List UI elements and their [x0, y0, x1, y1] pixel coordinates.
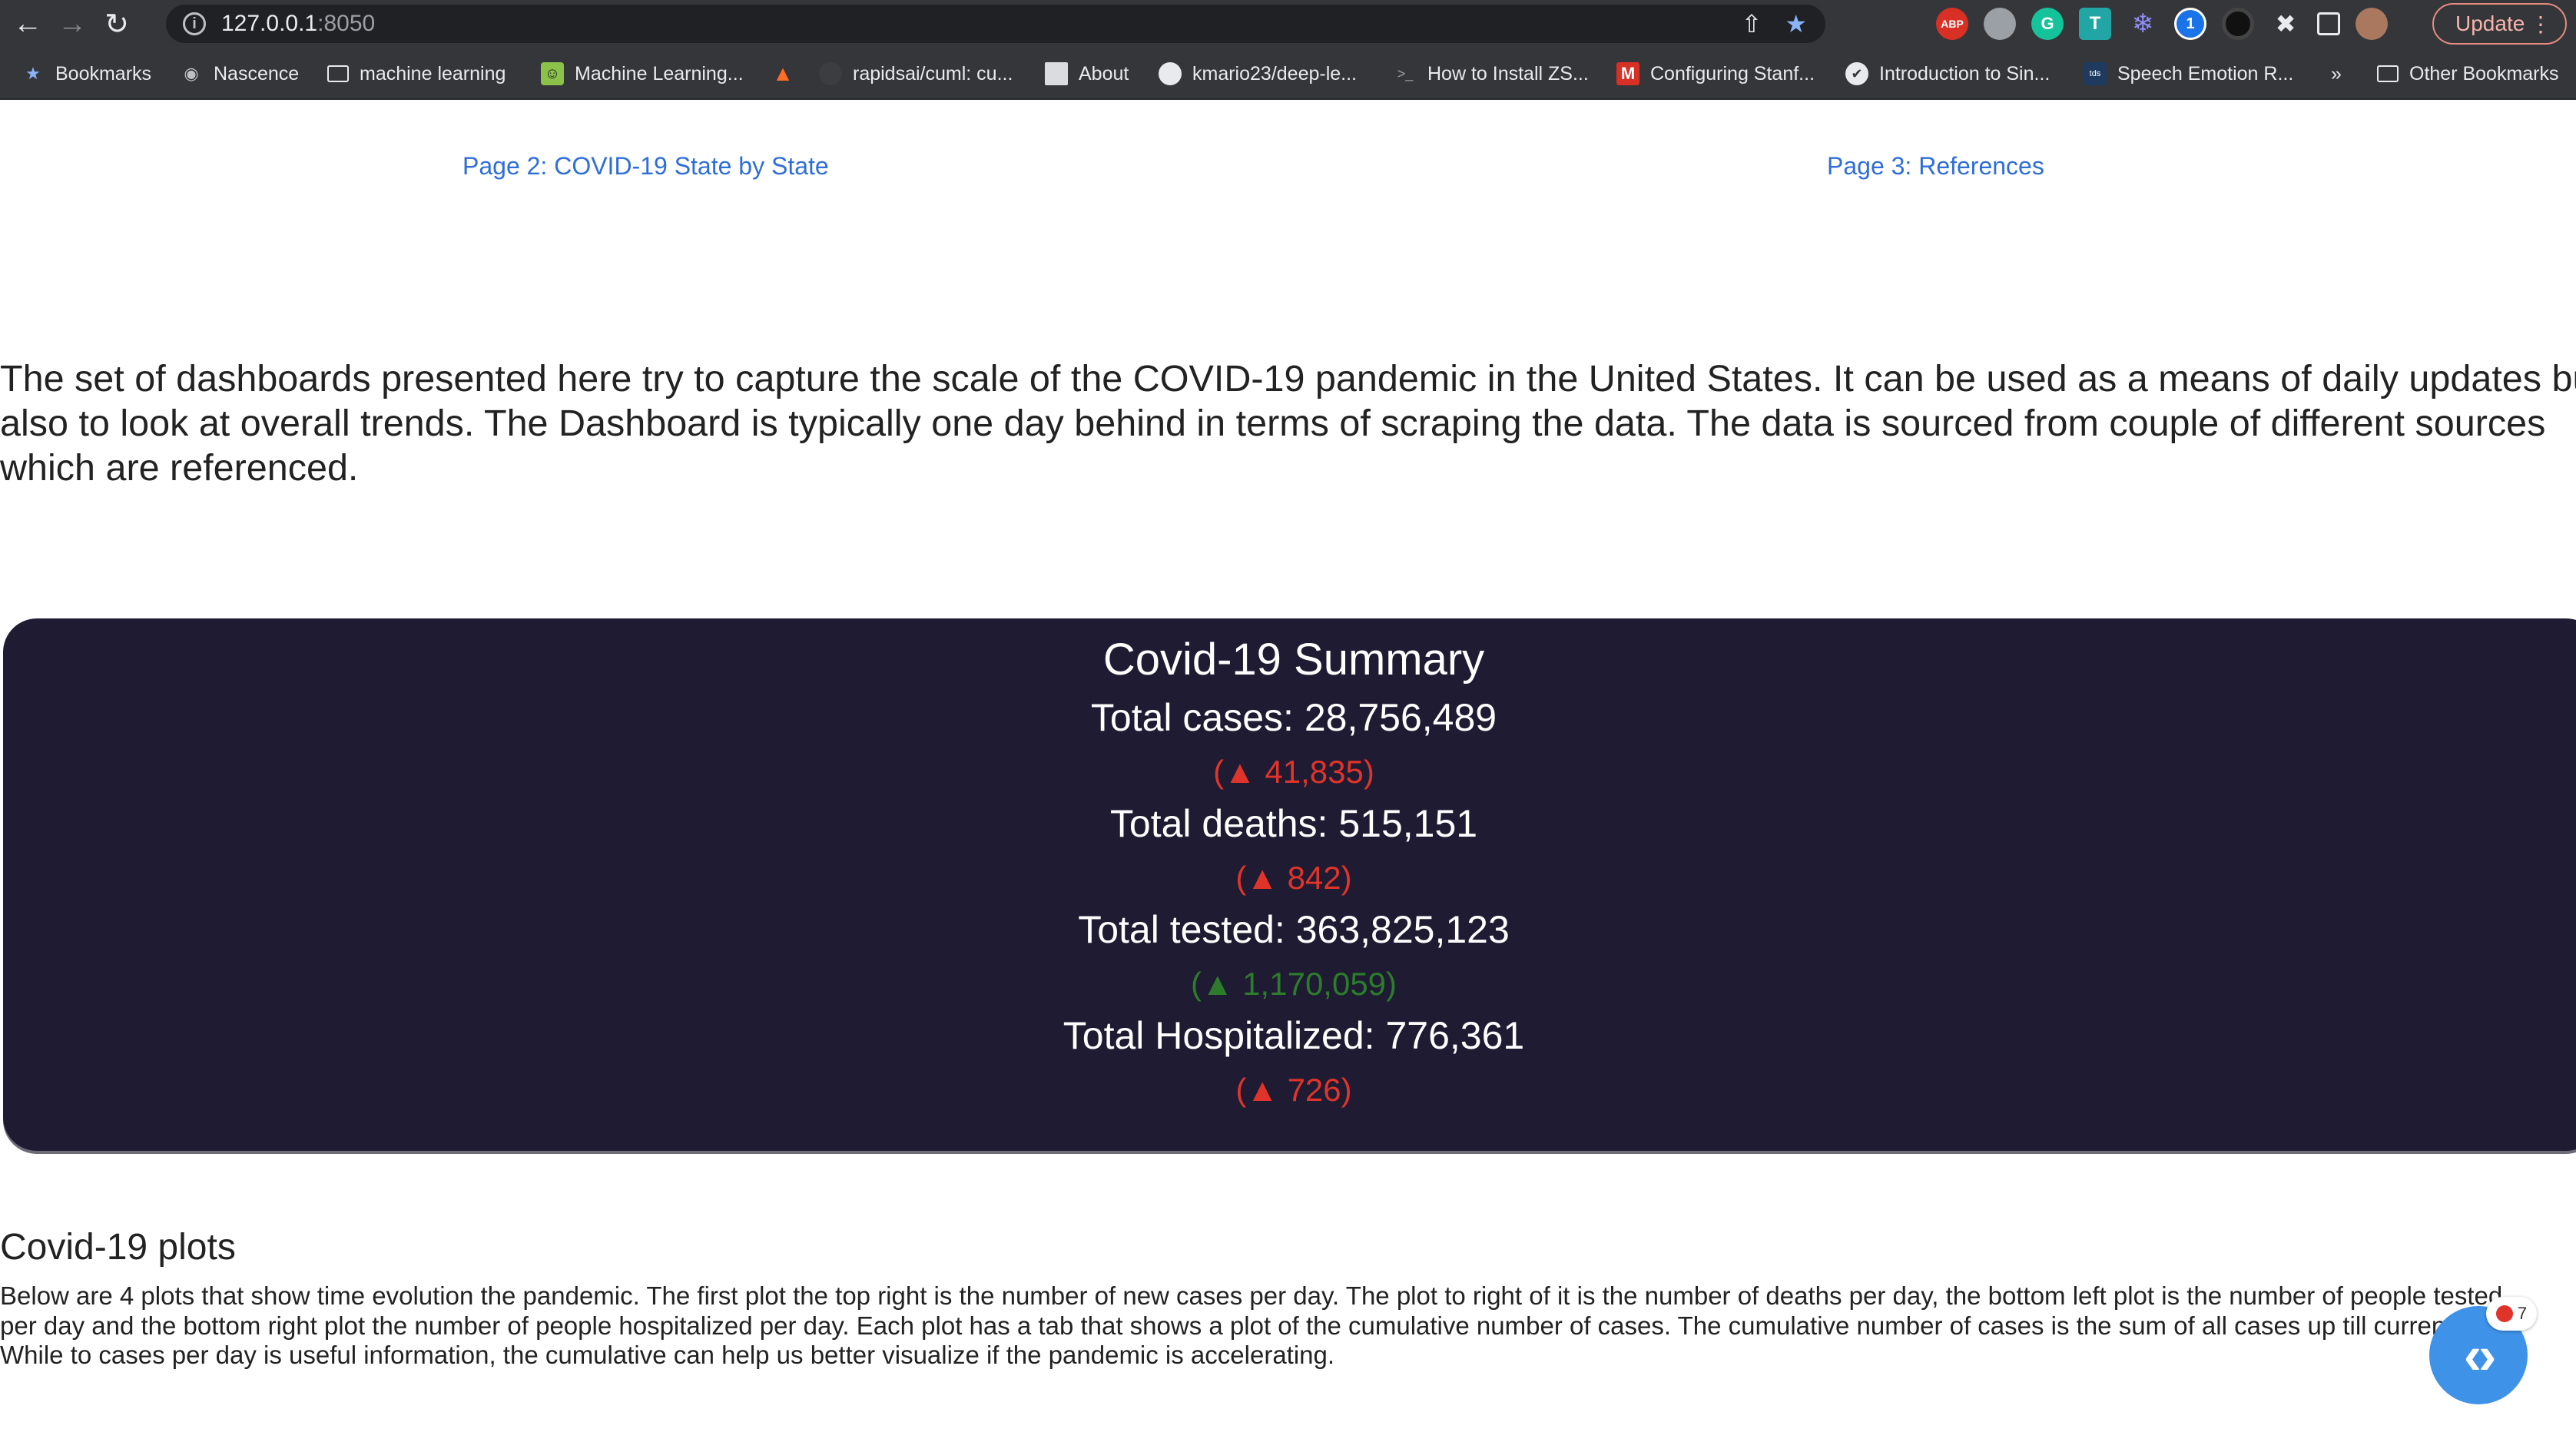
- site-info-icon[interactable]: i: [183, 12, 206, 35]
- plots-paragraph: Below are 4 plots that show time evoluti…: [0, 1281, 2576, 1371]
- star-icon: ★: [25, 64, 41, 83]
- snowflake-icon[interactable]: ❄: [2127, 8, 2159, 40]
- grammarly-icon[interactable]: G: [2031, 8, 2064, 40]
- code-icon: ‹›: [2463, 1325, 2497, 1385]
- bookmark-item[interactable]: About: [1045, 48, 1129, 100]
- circle-extension-icon[interactable]: [2222, 8, 2254, 40]
- bookmarks-bar: ★ Bookmarks ◉ Nascence machine learning ☺ M…: [0, 48, 2576, 100]
- bookmark-item[interactable]: kmario23/deep-le...: [1159, 48, 1357, 100]
- bookmark-item[interactable]: ▲: [771, 48, 805, 100]
- extensions-bar: ABP G T ❄ 1 ✖: [1936, 6, 2388, 41]
- page2-link[interactable]: Page 2: COVID-19 State by State: [462, 152, 829, 181]
- bookmark-item[interactable]: ☺ Machine Learning...: [541, 48, 744, 100]
- bookmark-item[interactable]: ★ Bookmarks: [22, 48, 151, 100]
- more-bookmarks-button[interactable]: »: [2331, 48, 2342, 100]
- speech-bubble-icon[interactable]: [1984, 8, 2016, 40]
- tds-icon: tds: [2084, 62, 2107, 85]
- plots-line: Below are 4 plots that show time evoluti…: [0, 1281, 2503, 1310]
- page-icon: [1045, 62, 1068, 85]
- summary-card: Covid-19 Summary Total cases: 28,756,489…: [3, 618, 2576, 1151]
- bookmark-star-icon[interactable]: ★: [1785, 9, 1807, 38]
- bookmark-item[interactable]: >_ How to Install ZS...: [1394, 48, 1589, 100]
- intro-line: The set of dashboards presented here try…: [0, 358, 2576, 399]
- plots-heading: Covid-19 plots: [0, 1227, 236, 1268]
- onepassword-icon[interactable]: 1: [2174, 8, 2206, 40]
- total-tested: Total tested: 363,825,123: [1078, 908, 1510, 951]
- plots-line: per day and the bottom right plot the nu…: [0, 1311, 2516, 1340]
- bookmark-item[interactable]: M Configuring Stanf...: [1616, 48, 1815, 100]
- url-text: 127.0.0.1:8050: [221, 11, 376, 36]
- gitlab-icon: ▲: [772, 61, 794, 85]
- bookmark-item[interactable]: ◉ Nascence: [180, 48, 299, 100]
- reload-icon[interactable]: ↻: [95, 2, 138, 45]
- menu-dots-icon[interactable]: ⋮: [2530, 12, 2551, 37]
- puzzle-icon[interactable]: ✖: [2269, 8, 2302, 40]
- update-button[interactable]: Update ⋮: [2432, 3, 2567, 45]
- cases-delta: (▲ 41,835): [1213, 754, 1374, 790]
- bookmark-item[interactable]: Other Bookmarks: [2377, 48, 2559, 100]
- github-icon: [819, 62, 842, 85]
- github-icon: [1159, 62, 1182, 85]
- bird-icon: ✔: [1845, 62, 1868, 85]
- gmail-icon: M: [1616, 62, 1639, 85]
- error-dot-icon: [2495, 1305, 2513, 1322]
- tested-delta: (▲ 1,170,059): [1190, 966, 1397, 1002]
- page3-link[interactable]: Page 3: References: [1827, 152, 2044, 181]
- plots-line: While to cases per day is useful informa…: [0, 1341, 1335, 1369]
- total-deaths: Total deaths: 515,151: [1109, 802, 1478, 845]
- total-cases: Total cases: 28,756,489: [1090, 696, 1497, 739]
- globe-icon: ◉: [184, 64, 199, 83]
- back-icon[interactable]: ←: [6, 2, 49, 45]
- adblock-icon[interactable]: ABP: [1936, 8, 1968, 40]
- smiley-icon: ☺: [541, 62, 564, 85]
- sidepanel-icon[interactable]: [2317, 12, 2340, 35]
- t-extension-icon[interactable]: T: [2079, 8, 2111, 40]
- bookmark-item[interactable]: ✔ Introduction to Sin...: [1845, 48, 2050, 100]
- forward-icon[interactable]: →: [51, 2, 94, 45]
- folder-icon: [2377, 65, 2399, 82]
- bookmark-item[interactable]: machine learning: [327, 48, 506, 100]
- share-icon[interactable]: ⇧: [1742, 9, 1762, 38]
- bookmark-item[interactable]: tds Speech Emotion R...: [2084, 48, 2293, 100]
- total-hospitalized: Total Hospitalized: 776,361: [1063, 1014, 1525, 1057]
- folder-icon: [327, 65, 349, 82]
- intro-line: which are referenced.: [0, 447, 359, 489]
- intro-paragraph: The set of dashboards presented here try…: [0, 356, 2576, 490]
- intro-line: also to look at overall trends. The Dash…: [0, 403, 2546, 444]
- browser-toolbar: ← → ↻ i 127.0.0.1:8050 ⇧ ★ ABP G T ❄ 1 ✖…: [0, 0, 2576, 48]
- hospitalized-delta: (▲ 726): [1235, 1072, 1352, 1108]
- profile-avatar-icon[interactable]: [2356, 8, 2388, 40]
- error-badge[interactable]: 7: [2486, 1297, 2537, 1331]
- bookmark-item[interactable]: rapidsai/cuml: cu...: [819, 48, 1013, 100]
- summary-title: Covid-19 Summary: [1102, 635, 1485, 685]
- terminal-icon: >_: [1397, 65, 1414, 81]
- deaths-delta: (▲ 842): [1235, 860, 1352, 896]
- address-bar[interactable]: i 127.0.0.1:8050 ⇧ ★: [166, 5, 1825, 43]
